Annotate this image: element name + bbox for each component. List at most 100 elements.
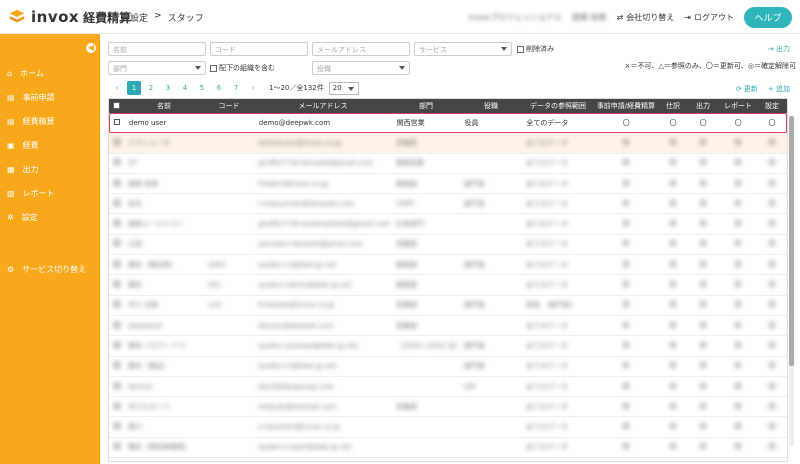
- row-checkbox[interactable]: [109, 281, 124, 289]
- cell-email: sysdev+2@dwk.jp.net: [258, 260, 337, 269]
- table-scrollbar[interactable]: [789, 116, 794, 446]
- table-row[interactable]: テストユーザ tstekstuest@invox.co.jp 営業部 全てのデータ: [109, 133, 787, 154]
- perm-journal: [658, 402, 688, 411]
- add-button[interactable]: + 追加: [768, 84, 790, 94]
- table-row[interactable]: 山田 yamada+deepwk@gmail.com 営業部 全てのデータ: [109, 235, 787, 256]
- sidebar-item-pre-application[interactable]: ▤ 事前申請: [7, 92, 55, 103]
- deleted-checkbox[interactable]: 削除済み: [517, 44, 554, 54]
- sidebar-item-switch-service[interactable]: ⚙ サービス切り替え: [7, 264, 86, 275]
- col-scope[interactable]: データの参照範囲: [522, 101, 594, 111]
- select-all-checkbox[interactable]: [109, 101, 124, 111]
- page-5[interactable]: 5: [195, 81, 209, 95]
- role-select[interactable]: 役職: [312, 61, 410, 75]
- department-select[interactable]: 部門: [108, 61, 206, 75]
- col-email[interactable]: メールアドレス: [254, 101, 392, 111]
- service-select[interactable]: サービス: [414, 42, 512, 56]
- sidebar-item-expenses[interactable]: ▣ 経費: [7, 140, 39, 151]
- scrollbar-thumb[interactable]: [789, 116, 794, 366]
- sub-org-checkbox[interactable]: 配下の組織を含む: [210, 63, 275, 73]
- col-report[interactable]: レポート: [718, 101, 758, 111]
- page-7[interactable]: 7: [229, 81, 243, 95]
- prev-page-icon[interactable]: ‹: [110, 81, 124, 95]
- row-checkbox[interactable]: [109, 260, 124, 269]
- table-row[interactable]: ZT giraffe7716-devwatt@gmail.com 関東営業 全てのデー…: [109, 154, 787, 174]
- row-checkbox[interactable]: [109, 402, 124, 411]
- name-filter-input[interactable]: 名前: [108, 42, 206, 56]
- breadcrumb-settings[interactable]: 設定: [130, 11, 148, 24]
- perm-settings: [758, 281, 786, 289]
- perm-report: [718, 159, 758, 167]
- perm-journal: [658, 138, 688, 147]
- col-pre-application[interactable]: 事前申請/経費精算: [594, 101, 658, 111]
- table-row[interactable]: 橋本 001 sysdev+demo@dwk.jp.net 開発部 全てのデータ: [109, 275, 787, 296]
- row-checkbox[interactable]: [109, 341, 124, 350]
- perm-output: [688, 199, 718, 208]
- app-logo[interactable]: invox 経費精算: [8, 7, 131, 27]
- table-row[interactable]: 堀川 s.takamori@invox.co.jp 全てのデータ: [109, 417, 787, 438]
- pagination: ‹ 1 2 3 4 5 6 7 › 1〜20／全132件 20: [110, 81, 359, 95]
- table-row[interactable]: 提携メールテスト giraffe7716-sendmailtest@gmail.c…: [109, 214, 787, 235]
- permission-legend: ×＝不可、△＝参照のみ、〇＝更新可、◎＝確定解除可: [624, 62, 796, 70]
- switch-company-button[interactable]: ⇄ 会社切り替え: [617, 12, 675, 23]
- row-checkbox[interactable]: [109, 382, 124, 391]
- sidebar-item-home[interactable]: ⌂ ホーム: [7, 68, 44, 79]
- col-department[interactable]: 部門: [392, 101, 460, 111]
- table-row[interactable]: 橋本（検証） sysdev+3@dwk.jp.net 部門長 全てのデータ: [109, 357, 787, 377]
- table-row[interactable]: 橋本（経営者権限） sysdev+super@dwk.jp.net 全てのデータ: [109, 438, 787, 459]
- permission-icon: [670, 159, 676, 166]
- row-checkbox[interactable]: [109, 443, 124, 451]
- sidebar-item-expense-settlement[interactable]: ▤ 経費精算: [7, 116, 55, 127]
- refresh-button[interactable]: ⟳ 更新: [736, 84, 758, 94]
- row-checkbox[interactable]: [109, 138, 124, 147]
- logout-button[interactable]: ⇥ ログアウト: [684, 12, 734, 23]
- code-filter-input[interactable]: コード: [210, 42, 308, 56]
- table-row[interactable]: 橋本（検証用） 2002 sysdev+2@dwk.jp.net 開発部 部門長 全てのデ…: [109, 255, 787, 276]
- col-journal[interactable]: 仕訳: [658, 101, 688, 111]
- help-button[interactable]: ヘルプ: [744, 7, 792, 28]
- page-size-select[interactable]: 20: [328, 81, 359, 95]
- row-checkbox[interactable]: [109, 220, 124, 228]
- col-output[interactable]: 出力: [688, 101, 718, 111]
- perm-output: [688, 301, 718, 309]
- col-role[interactable]: 役職: [460, 101, 522, 111]
- table-row[interactable]: 提携 拍車 frlabert@invox.co.jp 開発部 部門長 全てのデータ: [109, 174, 787, 195]
- page-4[interactable]: 4: [178, 81, 192, 95]
- sidebar-item-output[interactable]: ▦ 出力: [7, 164, 39, 175]
- permission-icon: [670, 443, 676, 450]
- table-row[interactable]: 平川スタッフ midyuki@hotmail.com 営業部 全てのデータ: [109, 397, 787, 418]
- table-row[interactable]: deepwork demo1@deepwk.com 営業部 全てのデータ: [109, 316, 787, 337]
- row-checkbox[interactable]: [109, 321, 124, 330]
- table-row[interactable]: 橋本 パスワードテ sysdev+passwd@dwk.jp.net ［2020〜2…: [109, 336, 787, 357]
- row-checkbox[interactable]: [109, 240, 124, 248]
- permission-icon: [735, 301, 741, 308]
- cell-email: tstekstuest@invox.co.jp: [258, 138, 342, 147]
- page-2[interactable]: 2: [144, 81, 158, 95]
- col-code[interactable]: コード: [204, 101, 254, 111]
- permission-icon: [700, 402, 706, 409]
- col-settings[interactable]: 設定: [758, 101, 786, 111]
- row-checkbox[interactable]: [109, 362, 124, 370]
- page-3[interactable]: 3: [161, 81, 175, 95]
- breadcrumb: 設定 > スタッフ: [130, 11, 204, 24]
- row-checkbox[interactable]: [109, 199, 124, 208]
- export-button[interactable]: ⇥ 出力: [768, 44, 790, 54]
- table-row[interactable]: demo2 kfyuf@deepsoop.com GM 全てのデータ: [109, 377, 787, 398]
- permission-icon: [623, 260, 629, 267]
- sidebar-item-settings[interactable]: ✲ 設定: [7, 212, 38, 223]
- row-checkbox[interactable]: [109, 423, 124, 431]
- col-name[interactable]: 名前: [124, 101, 204, 111]
- table-row[interactable]: 平川 太郎 123 hirakawa@invox.co.jp 営業部 部門長 部長 （部門…: [109, 296, 787, 316]
- table-row[interactable]: demo user demo@deepwk.com 関西営業 役員 全てのデータ…: [109, 113, 787, 134]
- page-1[interactable]: 1: [127, 81, 141, 95]
- row-checkbox[interactable]: [109, 159, 124, 167]
- row-checkbox[interactable]: [110, 119, 125, 127]
- collapse-icon[interactable]: ◀: [86, 43, 96, 53]
- email-filter-input[interactable]: メールアドレス: [312, 42, 410, 56]
- sidebar-item-report[interactable]: ▧ レポート: [7, 188, 55, 199]
- permission-icon: [670, 138, 676, 145]
- table-row[interactable]: 松本 r-matsumoto@deepwk.com CRRT 部門長 全てのデータ: [109, 194, 787, 215]
- page-6[interactable]: 6: [212, 81, 226, 95]
- row-checkbox[interactable]: [109, 301, 124, 309]
- next-page-icon[interactable]: ›: [246, 81, 260, 95]
- row-checkbox[interactable]: [109, 179, 124, 188]
